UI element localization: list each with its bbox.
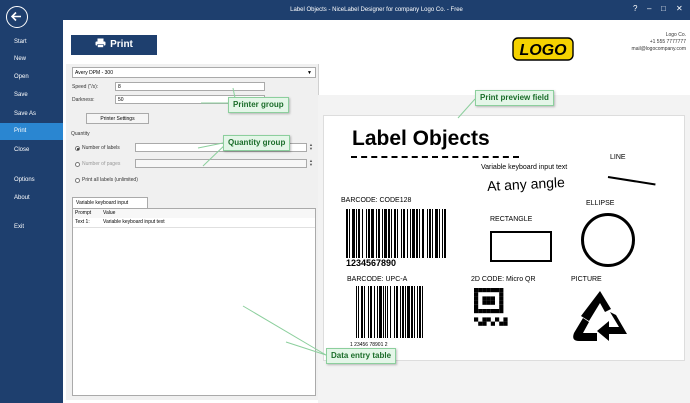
- print-backstage: Print LOGO Logo Co. +1 555 7777777 mail@…: [63, 20, 690, 403]
- sidebar-item-open[interactable]: Open: [0, 69, 63, 86]
- help-button[interactable]: ?: [633, 3, 637, 15]
- sidebar-item-start[interactable]: Start: [0, 34, 63, 51]
- sidebar-item-save-as[interactable]: Save As: [0, 106, 63, 123]
- sidebar-item-exit[interactable]: Exit: [0, 219, 63, 236]
- minimize-button[interactable]: –: [647, 3, 651, 15]
- callout-pointers: [197, 87, 476, 356]
- callout-printer-group: Printer group: [228, 97, 289, 113]
- sidebar-item-options[interactable]: Options: [0, 172, 63, 189]
- sidebar-item-new[interactable]: New: [0, 51, 63, 68]
- sidebar-item-save[interactable]: Save: [0, 87, 63, 104]
- callout-quantity-group: Quantity group: [223, 135, 291, 151]
- window-title: Label Objects - NiceLabel Designer for c…: [290, 7, 463, 13]
- backstage-sidebar: Start New Open Save Save As Print Close …: [0, 0, 63, 403]
- title-bar: Label Objects - NiceLabel Designer for c…: [63, 0, 690, 20]
- maximize-button[interactable]: □: [661, 3, 666, 15]
- close-window-button[interactable]: ✕: [676, 3, 683, 15]
- sidebar-item-about[interactable]: About: [0, 190, 63, 207]
- back-arrow-icon[interactable]: [6, 6, 28, 28]
- sidebar-item-print[interactable]: Print: [0, 123, 63, 140]
- callout-print-preview: Print preview field: [475, 90, 554, 106]
- callout-data-entry: Data entry table: [326, 348, 397, 364]
- sidebar-item-close[interactable]: Close: [0, 142, 63, 159]
